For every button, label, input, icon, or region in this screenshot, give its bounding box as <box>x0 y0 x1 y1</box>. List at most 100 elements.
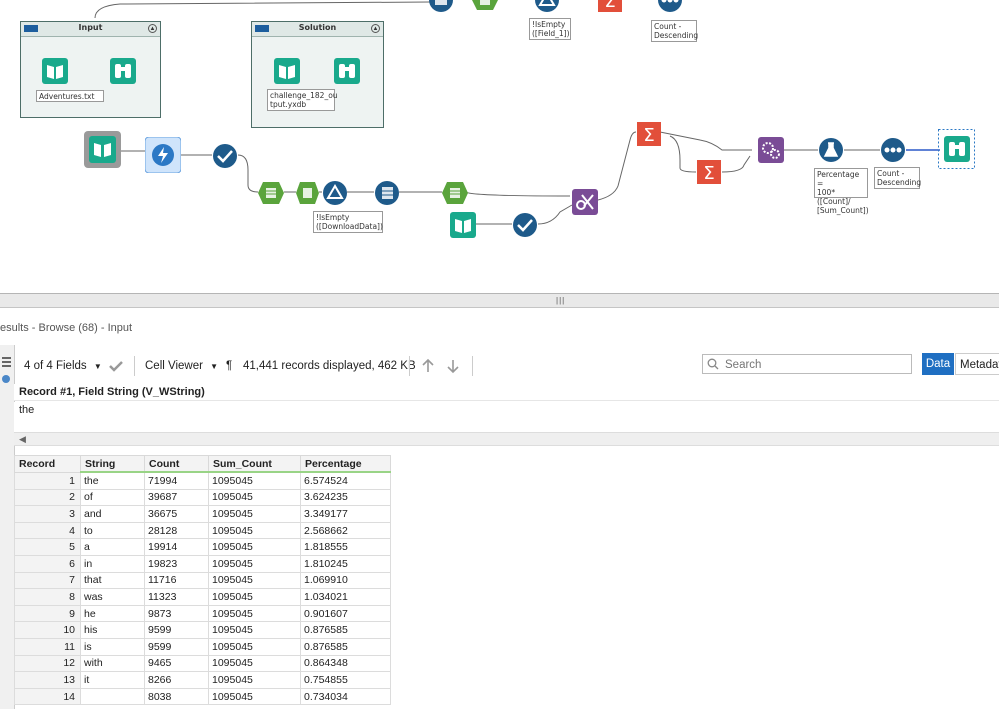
append-fields-tool[interactable] <box>758 137 784 163</box>
table-cell[interactable]: was <box>80 588 145 606</box>
table-cell[interactable]: 1095045 <box>208 488 301 507</box>
table-cell[interactable]: 1095045 <box>208 671 301 689</box>
search-box[interactable] <box>702 354 912 374</box>
record-number-cell[interactable]: 2 <box>14 488 81 507</box>
table-cell[interactable]: 1095045 <box>208 505 301 523</box>
record-number-cell[interactable]: 1 <box>14 471 81 490</box>
summarize-tool[interactable]: Σ <box>636 121 662 147</box>
horizontal-scrollbar[interactable]: ◀ <box>14 432 999 446</box>
collapse-icon[interactable]: ▲ <box>148 24 157 33</box>
table-cell[interactable]: 19914 <box>144 538 209 556</box>
text-to-columns-tool-2[interactable] <box>512 212 538 238</box>
table-cell[interactable]: 9599 <box>144 637 209 656</box>
workflow-canvas[interactable]: !IsEmpty ([Field_1]) Σ Count - Descendin… <box>0 0 999 293</box>
table-cell[interactable]: 71994 <box>144 471 209 490</box>
table-cell[interactable]: 1095045 <box>208 571 301 590</box>
table-row[interactable]: 7 that 11716 1095045 1.069910 <box>14 571 391 590</box>
solution-browse-tool[interactable] <box>334 58 360 84</box>
record-number-cell[interactable]: 3 <box>14 505 81 523</box>
table-cell[interactable]: 0.901607 <box>300 604 391 623</box>
table-cell[interactable]: 1095045 <box>208 687 301 706</box>
table-cell[interactable]: and <box>80 505 145 523</box>
filter-tool[interactable] <box>322 180 348 206</box>
pilcrow-toggle[interactable]: ¶ <box>226 350 232 382</box>
table-cell[interactable]: 1.034021 <box>300 588 391 606</box>
record-id-tool[interactable] <box>374 180 400 206</box>
table-cell[interactable]: the <box>80 471 145 490</box>
table-cell[interactable]: to <box>80 521 145 540</box>
record-number-cell[interactable]: 11 <box>14 637 81 656</box>
sort-tool[interactable] <box>880 137 906 163</box>
select-tool-3[interactable] <box>442 180 468 206</box>
search-input[interactable] <box>723 356 907 374</box>
table-row[interactable]: 12 with 9465 1095045 0.864348 <box>14 654 391 673</box>
table-cell[interactable]: 19823 <box>144 554 209 573</box>
table-cell[interactable]: he <box>80 604 145 623</box>
table-cell[interactable]: 6.574524 <box>300 471 391 490</box>
metadata-tab-button[interactable]: Metadata <box>955 353 999 375</box>
browse-tool[interactable] <box>110 58 136 84</box>
table-row[interactable]: 8 was 11323 1095045 1.034021 <box>14 588 391 606</box>
column-header[interactable]: Sum_Count <box>208 455 301 473</box>
table-cell[interactable]: 1095045 <box>208 521 301 540</box>
table-cell[interactable]: 0.754855 <box>300 671 391 689</box>
table-cell[interactable]: 1095045 <box>208 554 301 573</box>
table-cell[interactable]: 1095045 <box>208 538 301 556</box>
table-cell[interactable]: 3.624235 <box>300 488 391 507</box>
table-cell[interactable]: of <box>80 488 145 507</box>
table-row[interactable]: 11 is 9599 1095045 0.876585 <box>14 637 391 656</box>
table-row[interactable]: 1 the 71994 1095045 6.574524 <box>14 471 391 490</box>
table-cell[interactable]: 0.876585 <box>300 621 391 639</box>
table-cell[interactable]: 3.349177 <box>300 505 391 523</box>
table-row[interactable]: 5 a 19914 1095045 1.818555 <box>14 538 391 556</box>
table-cell[interactable]: 1095045 <box>208 621 301 639</box>
table-cell[interactable]: 36675 <box>144 505 209 523</box>
table-cell[interactable]: that <box>80 571 145 590</box>
formula-tool[interactable] <box>818 137 844 163</box>
column-header[interactable]: String <box>80 455 145 473</box>
record-number-cell[interactable]: 9 <box>14 604 81 623</box>
table-row[interactable]: 4 to 28128 1095045 2.568662 <box>14 521 391 540</box>
fields-dropdown[interactable]: 4 of 4 Fields ▼ <box>24 350 102 382</box>
column-header[interactable]: Percentage <box>300 455 391 473</box>
table-cell[interactable]: 1095045 <box>208 604 301 623</box>
record-number-cell[interactable]: 5 <box>14 538 81 556</box>
table-cell[interactable]: 11716 <box>144 571 209 590</box>
record-number-cell[interactable]: 14 <box>14 687 81 706</box>
table-cell[interactable]: 8266 <box>144 671 209 689</box>
table-row[interactable]: 6 in 19823 1095045 1.810245 <box>14 554 391 573</box>
record-number-cell[interactable]: 8 <box>14 588 81 606</box>
summarize-tool-2[interactable]: Σ <box>696 159 722 185</box>
table-cell[interactable]: 2.568662 <box>300 521 391 540</box>
record-number-cell[interactable]: 7 <box>14 571 81 590</box>
table-cell[interactable]: 1.069910 <box>300 571 391 590</box>
collapse-icon[interactable]: ▲ <box>371 24 380 33</box>
input-data-tool[interactable] <box>42 58 68 84</box>
table-cell[interactable]: his <box>80 621 145 639</box>
table-cell[interactable]: 1095045 <box>208 637 301 656</box>
table-cell[interactable]: 9873 <box>144 604 209 623</box>
table-cell[interactable]: 1095045 <box>208 471 301 490</box>
join-tool[interactable] <box>572 189 598 215</box>
data-tab-button[interactable]: Data <box>922 353 954 375</box>
arrow-down-icon[interactable] <box>445 350 461 382</box>
record-id-tool-top[interactable] <box>428 0 454 13</box>
select-tool[interactable] <box>258 180 284 206</box>
browse-tool-selected[interactable] <box>938 129 975 169</box>
table-row[interactable]: 3 and 36675 1095045 3.349177 <box>14 505 391 523</box>
table-cell[interactable]: 11323 <box>144 588 209 606</box>
table-cell[interactable]: with <box>80 654 145 673</box>
table-cell[interactable]: 1.810245 <box>300 554 391 573</box>
table-cell[interactable]: in <box>80 554 145 573</box>
table-cell[interactable]: 8038 <box>144 687 209 706</box>
table-row[interactable]: 2 of 39687 1095045 3.624235 <box>14 488 391 507</box>
text-input-tool[interactable] <box>84 131 121 168</box>
table-cell[interactable]: it <box>80 671 145 689</box>
table-cell[interactable]: 1095045 <box>208 588 301 606</box>
select-tool-2[interactable] <box>296 180 319 206</box>
stopwords-input-tool[interactable] <box>450 212 476 238</box>
record-number-cell[interactable]: 6 <box>14 554 81 573</box>
table-row[interactable]: 13 it 8266 1095045 0.754855 <box>14 671 391 689</box>
cell-viewer-dropdown[interactable]: Cell Viewer ▼ <box>145 350 218 382</box>
select-tool-top[interactable] <box>472 0 498 13</box>
